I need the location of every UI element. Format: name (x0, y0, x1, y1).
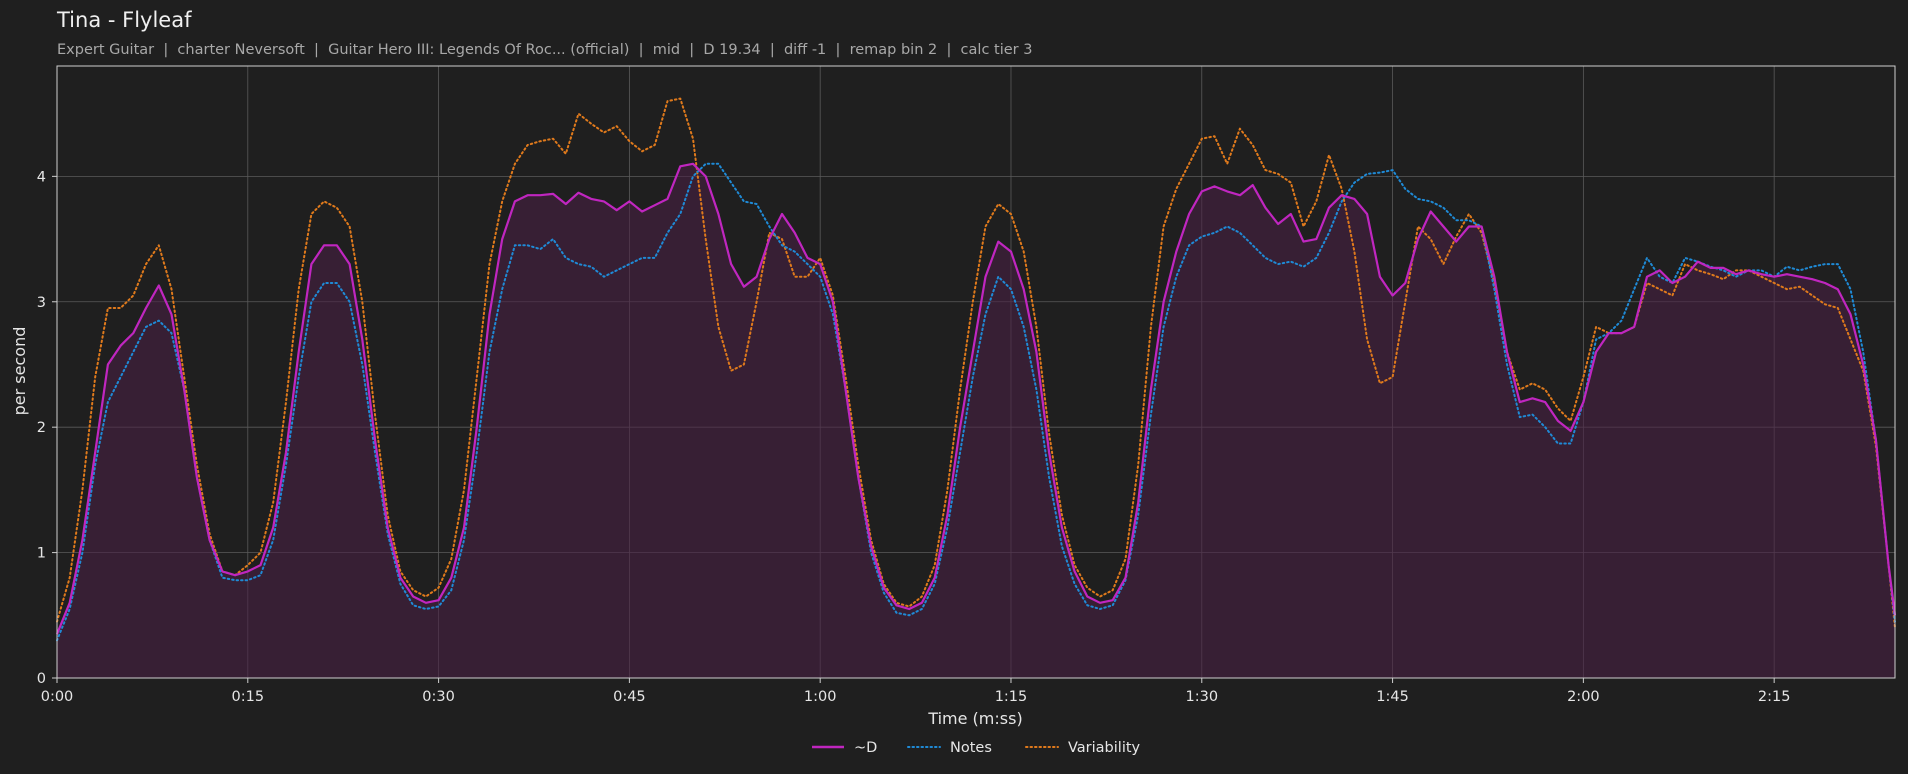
y-tick-label: 4 (37, 169, 46, 185)
legend-label: ~D (854, 740, 877, 756)
x-axis-label: Time (m:ss) (927, 709, 1022, 728)
x-tick-label: 1:00 (804, 689, 837, 705)
legend-label: Variability (1068, 740, 1141, 756)
x-tick-label: 0:00 (41, 689, 74, 705)
x-tick-label: 0:45 (613, 689, 646, 705)
x-tick-label: 2:15 (1758, 689, 1791, 705)
y-tick-label: 2 (37, 420, 46, 436)
x-tick-label: 1:15 (995, 689, 1028, 705)
y-tick-label: 0 (37, 671, 46, 687)
y-tick-label: 3 (37, 295, 46, 311)
y-axis-label: per second (10, 327, 29, 416)
chart-title: Tina - Flyleaf (56, 8, 192, 32)
x-tick-label: 2:00 (1567, 689, 1600, 705)
x-tick-label: 1:45 (1376, 689, 1409, 705)
legend: ~D Notes Variability (812, 740, 1141, 756)
chart: Tina - Flyleaf Expert Guitar | charter N… (0, 0, 1908, 774)
x-tick-label: 0:30 (422, 689, 455, 705)
y-tick-label: 1 (37, 546, 46, 562)
legend-label: Notes (950, 740, 992, 756)
x-tick-label: 1:30 (1185, 689, 1218, 705)
chart-subtitle: Expert Guitar | charter Neversoft | Guit… (57, 42, 1032, 58)
x-tick-label: 0:15 (232, 689, 265, 705)
